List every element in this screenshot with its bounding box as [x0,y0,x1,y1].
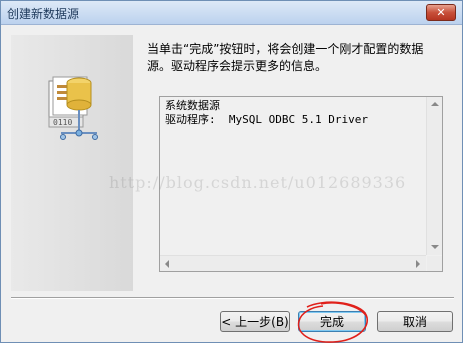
create-data-source-dialog: 创建新数据源 ✕ 0110 当单击“完成”按钮时，将会创建一个刚才配置的数据源。… [0,0,463,343]
scroll-up-arrow-icon[interactable] [431,102,439,106]
button-separator [11,297,454,299]
watermark-text: http://blog.csdn.net/u012689336 [109,173,407,192]
red-highlight-circle [293,299,373,348]
instruction-message: 当单击“完成”按钮时，将会创建一个刚才配置的数据源。驱动程序会提示更多的信息。 [147,42,424,73]
wizard-side-panel: 0110 [11,35,133,291]
back-button[interactable]: < 上一步(B) [220,311,290,332]
summary-line-dsn-type: 系统数据源 [165,99,220,112]
title-bar[interactable]: 创建新数据源 ✕ [1,1,462,25]
scroll-left-arrow-icon[interactable] [165,260,169,268]
window-title: 创建新数据源 [7,7,80,21]
scroll-right-arrow-icon[interactable] [416,260,420,268]
scrollbar-corner [427,256,442,271]
close-button[interactable]: ✕ [426,4,456,21]
data-source-illustration-icon: 0110 [39,71,109,146]
summary-line-driver: 驱动程序: MySQL ODBC 5.1 Driver [165,113,368,126]
summary-text: 系统数据源 驱动程序: MySQL ODBC 5.1 Driver [165,99,427,127]
binary-digits-label: 0110 [53,118,72,127]
scroll-down-arrow-icon[interactable] [431,245,439,249]
horizontal-scrollbar[interactable] [160,255,426,271]
vertical-scrollbar[interactable] [426,97,442,255]
cancel-button[interactable]: 取消 [377,311,453,332]
